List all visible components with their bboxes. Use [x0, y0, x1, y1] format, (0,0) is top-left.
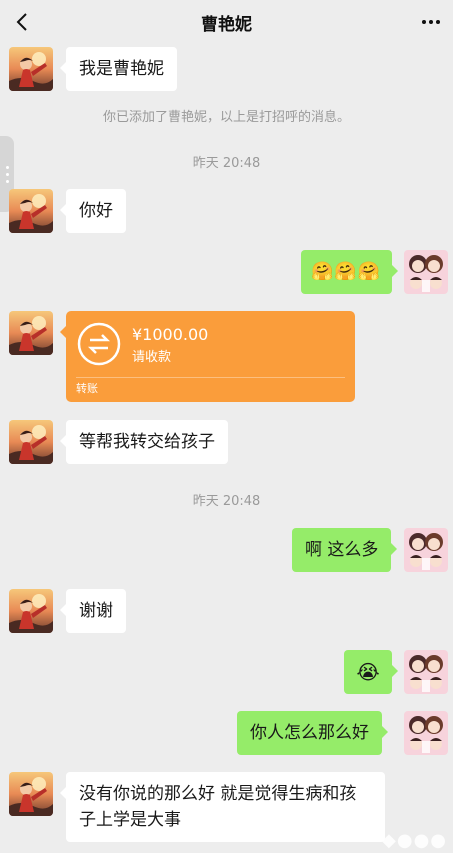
incoming-message[interactable]: 谢谢 — [60, 589, 126, 633]
transfer-card[interactable]: ¥1000.00 请收款 转账 — [60, 311, 355, 402]
transfer-label: 转账 — [76, 382, 98, 395]
incoming-message[interactable]: 没有你说的那么好 就是觉得生病和孩子上学是大事 — [60, 772, 385, 842]
contact-avatar[interactable] — [9, 311, 53, 355]
contact-avatar[interactable] — [9, 189, 53, 233]
outgoing-emoji-message[interactable]: 🤗🤗🤗 — [301, 250, 398, 294]
chat-header: 曹艳妮 — [0, 0, 453, 44]
timestamp: 昨天 20:48 — [192, 494, 261, 509]
more-button[interactable] — [419, 10, 443, 34]
back-button[interactable] — [10, 8, 34, 36]
transfer-amount: ¥1000.00 — [132, 325, 209, 344]
my-avatar[interactable] — [404, 711, 448, 755]
my-avatar[interactable] — [404, 528, 448, 572]
incoming-message[interactable]: 我是曹艳妮 — [60, 47, 177, 91]
transfer-status: 请收款 — [132, 350, 172, 365]
contact-avatar[interactable] — [9, 47, 53, 91]
chevron-left-icon — [16, 13, 27, 31]
timestamp: 昨天 20:48 — [192, 156, 261, 171]
my-avatar[interactable] — [404, 650, 448, 694]
my-avatar[interactable] — [404, 250, 448, 294]
incoming-message[interactable]: 等帮我转交给孩子 — [60, 420, 228, 464]
outgoing-message[interactable]: 你人怎么那么好 — [237, 711, 388, 755]
system-notice: 你已添加了曹艳妮，以上是打招呼的消息。 — [102, 110, 350, 125]
chat-title: 曹艳妮 — [201, 14, 252, 35]
watermark-logo: ◆●●● — [382, 830, 447, 851]
contact-avatar[interactable] — [9, 420, 53, 464]
more-dots-icon — [422, 20, 440, 24]
transfer-divider — [76, 377, 345, 378]
incoming-message[interactable]: 你好 — [60, 189, 126, 233]
outgoing-message[interactable]: 啊 这么多 — [292, 528, 398, 572]
transfer-arrows-icon — [77, 322, 121, 366]
outgoing-emoji-message[interactable]: 😭 — [344, 650, 398, 694]
contact-avatar[interactable] — [9, 772, 53, 816]
contact-avatar[interactable] — [9, 589, 53, 633]
